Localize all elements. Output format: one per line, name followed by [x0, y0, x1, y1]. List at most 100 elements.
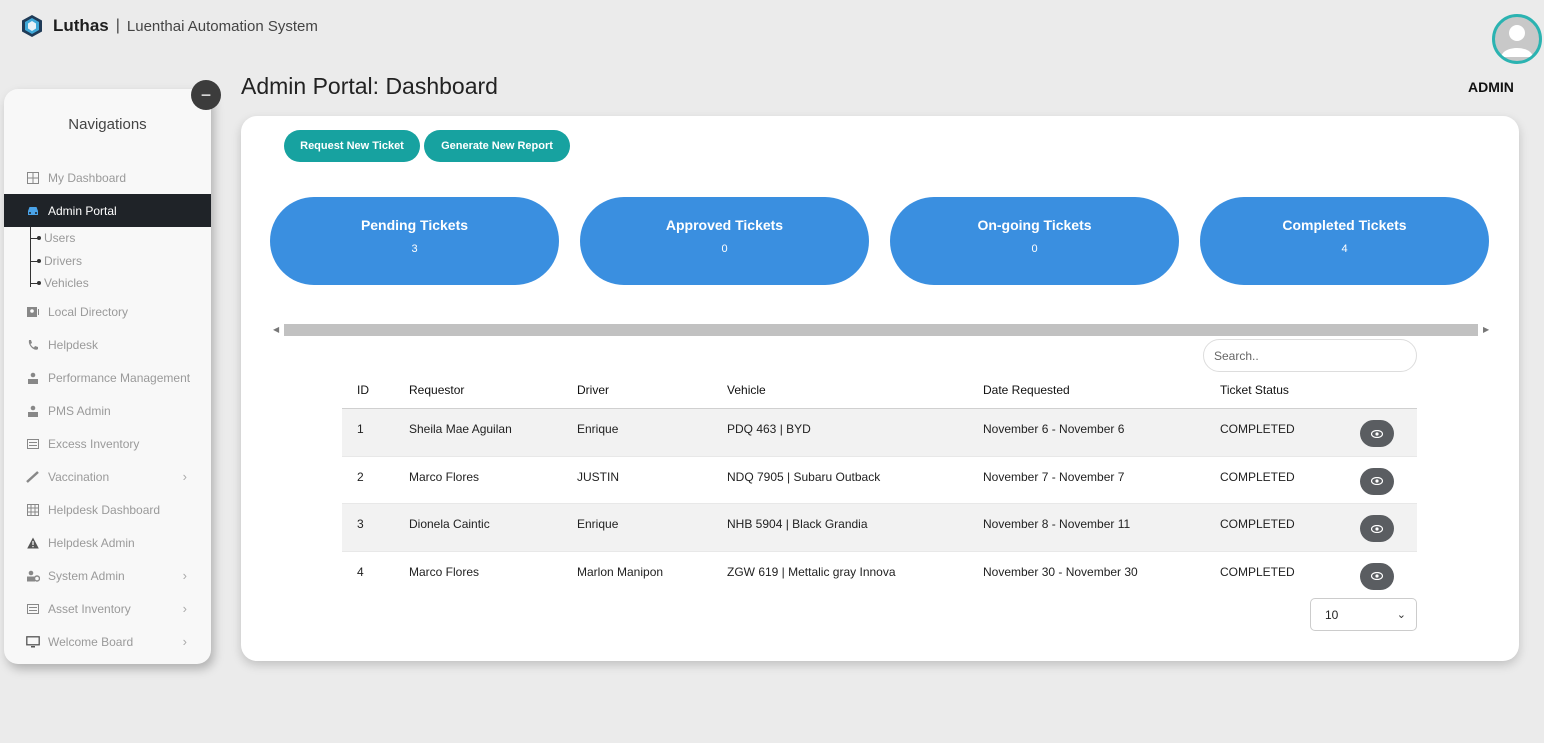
sidebar-nav-list: My Dashboard Admin Portal Users Drivers …	[4, 161, 211, 658]
sidebar-item-label: Welcome Board	[48, 634, 134, 649]
scroll-right-arrow-icon[interactable]: ▶	[1483, 323, 1489, 336]
sidebar-item-label: Admin Portal	[48, 203, 117, 218]
column-header-vehicle[interactable]: Vehicle	[727, 383, 983, 397]
warning-icon	[26, 536, 40, 550]
sidebar-item-excess-inventory[interactable]: Excess Inventory	[4, 427, 211, 460]
column-header-requestor[interactable]: Requestor	[409, 383, 577, 397]
cell-date-requested: November 7 - November 7	[983, 469, 1125, 484]
person-chart-icon	[26, 404, 40, 418]
sidebar-item-label: System Admin	[48, 568, 125, 583]
user-silhouette-icon	[1501, 25, 1533, 57]
eye-icon	[1371, 429, 1383, 438]
cell-id: 4	[357, 564, 364, 579]
cell-driver: Enrique	[577, 422, 619, 436]
view-ticket-button[interactable]	[1360, 515, 1394, 542]
cell-id: 3	[357, 517, 364, 531]
page-title: Admin Portal: Dashboard	[241, 73, 498, 99]
tickets-table: ID Requestor Driver Vehicle Date Request…	[342, 372, 1417, 599]
cell-requestor: Marco Flores	[409, 564, 480, 579]
sidebar-item-label: PMS Admin	[48, 403, 111, 418]
cell-date-requested: November 6 - November 6	[983, 422, 1125, 436]
scrollbar-thumb[interactable]	[284, 324, 1478, 336]
sidebar-item-pms-admin[interactable]: PMS Admin	[4, 394, 211, 427]
sidebar-item-label: Helpdesk	[48, 337, 99, 352]
sidebar-collapse-button[interactable]: −	[191, 80, 221, 110]
sidebar-item-label: Helpdesk Dashboard	[48, 502, 161, 517]
cell-date-requested: November 30 - November 30	[983, 564, 1138, 579]
chevron-down-icon: ⌄	[1396, 609, 1406, 621]
sidebar-item-local-directory[interactable]: Local Directory	[4, 295, 211, 328]
sidebar-item-label: Excess Inventory	[48, 436, 140, 451]
cell-ticket-status: COMPLETED	[1220, 422, 1295, 436]
table-row: 1 Sheila Mae Aguilan Enrique PDQ 463 | B…	[342, 409, 1417, 457]
table-header: ID Requestor Driver Vehicle Date Request…	[342, 372, 1417, 409]
sidebar-item-vaccination[interactable]: Vaccination ›	[4, 460, 211, 493]
cell-vehicle: NHB 5904 | Black Grandia	[727, 517, 868, 531]
stat-ongoing-tickets[interactable]: On-going Tickets 0	[890, 197, 1179, 285]
generate-new-report-button[interactable]: Generate New Report	[424, 130, 570, 162]
phone-icon	[26, 338, 40, 352]
cell-vehicle: NDQ 7905 | Subaru Outback	[727, 469, 881, 484]
submenu-item-users[interactable]: Users	[4, 227, 211, 250]
view-ticket-button[interactable]	[1360, 420, 1394, 447]
sidebar-item-label: My Dashboard	[48, 170, 127, 185]
sidebar-item-admin-portal[interactable]: Admin Portal	[4, 194, 211, 227]
sidebar-item-system-admin[interactable]: System Admin ›	[4, 559, 211, 592]
cell-requestor: Marco Flores	[409, 469, 480, 484]
top-bar: Luthas | Luenthai Automation System	[0, 0, 1544, 64]
brand-separator: |	[115, 17, 120, 34]
submenu-item-vehicles[interactable]: Vehicles	[4, 272, 211, 295]
cell-ticket-status: COMPLETED	[1220, 469, 1295, 484]
person-chart-icon	[26, 371, 40, 385]
eye-icon	[1371, 524, 1383, 533]
sidebar-item-performance-management[interactable]: Performance Management	[4, 361, 211, 394]
cell-driver: Marlon Manipon	[577, 564, 664, 579]
request-new-ticket-button[interactable]: Request New Ticket	[284, 130, 420, 162]
dashboard-card: Request New Ticket Generate New Report P…	[241, 116, 1519, 661]
admin-portal-submenu: Users Drivers Vehicles	[4, 227, 211, 295]
column-header-id[interactable]: ID	[342, 383, 409, 397]
sidebar-item-helpdesk-admin[interactable]: Helpdesk Admin	[4, 526, 211, 559]
stat-label: Pending Tickets	[360, 217, 469, 233]
submenu-item-drivers[interactable]: Drivers	[4, 250, 211, 273]
stat-pending-tickets[interactable]: Pending Tickets 3	[270, 197, 559, 285]
table-row: 4 Marco Flores Marlon Manipon ZGW 619 | …	[342, 552, 1417, 600]
column-header-ticket-status[interactable]: Ticket Status	[1220, 383, 1350, 397]
chevron-right-icon: ›	[182, 601, 187, 616]
stat-completed-tickets[interactable]: Completed Tickets 4	[1200, 197, 1489, 285]
stat-value: 3	[411, 243, 418, 255]
sidebar-item-welcome-board[interactable]: Welcome Board ›	[4, 625, 211, 658]
submenu-item-label: Drivers	[44, 253, 82, 268]
brand-name: Luthas	[53, 16, 109, 35]
cell-date-requested: November 8 - November 11	[983, 517, 1131, 531]
chevron-right-icon: ›	[182, 634, 187, 649]
sidebar-item-label: Performance Management	[48, 370, 191, 385]
search-input[interactable]	[1203, 339, 1417, 372]
brand[interactable]: Luthas | Luenthai Automation System	[20, 14, 318, 38]
page-size-select[interactable]: 10 ⌄	[1310, 598, 1417, 631]
sidebar-item-label: Local Directory	[48, 304, 129, 319]
dashboard-grid-icon	[26, 171, 40, 185]
sidebar-item-asset-inventory[interactable]: Asset Inventory ›	[4, 592, 211, 625]
car-icon	[26, 204, 40, 218]
eye-icon	[1371, 572, 1383, 580]
user-role-label: ADMIN	[1468, 79, 1514, 95]
stat-approved-tickets[interactable]: Approved Tickets 0	[580, 197, 869, 285]
monitor-icon	[26, 635, 40, 649]
user-avatar[interactable]	[1492, 14, 1542, 64]
sidebar-item-my-dashboard[interactable]: My Dashboard	[4, 161, 211, 194]
view-ticket-button[interactable]	[1360, 562, 1394, 590]
stat-value: 4	[1341, 243, 1348, 255]
scroll-left-arrow-icon[interactable]: ◀	[273, 323, 279, 336]
users-gear-icon	[26, 569, 40, 583]
brand-subtitle: Luenthai Automation System	[126, 17, 318, 35]
table-icon	[26, 503, 40, 517]
sidebar-item-helpdesk[interactable]: Helpdesk	[4, 328, 211, 361]
column-header-driver[interactable]: Driver	[577, 383, 727, 397]
horizontal-scrollbar[interactable]: ◀ ▶	[270, 323, 1491, 336]
sidebar-item-helpdesk-dashboard[interactable]: Helpdesk Dashboard	[4, 493, 211, 526]
view-ticket-button[interactable]	[1360, 467, 1394, 495]
submenu-item-label: Vehicles	[44, 276, 89, 291]
column-header-date-requested[interactable]: Date Requested	[983, 383, 1220, 397]
cell-id: 1	[357, 422, 364, 436]
